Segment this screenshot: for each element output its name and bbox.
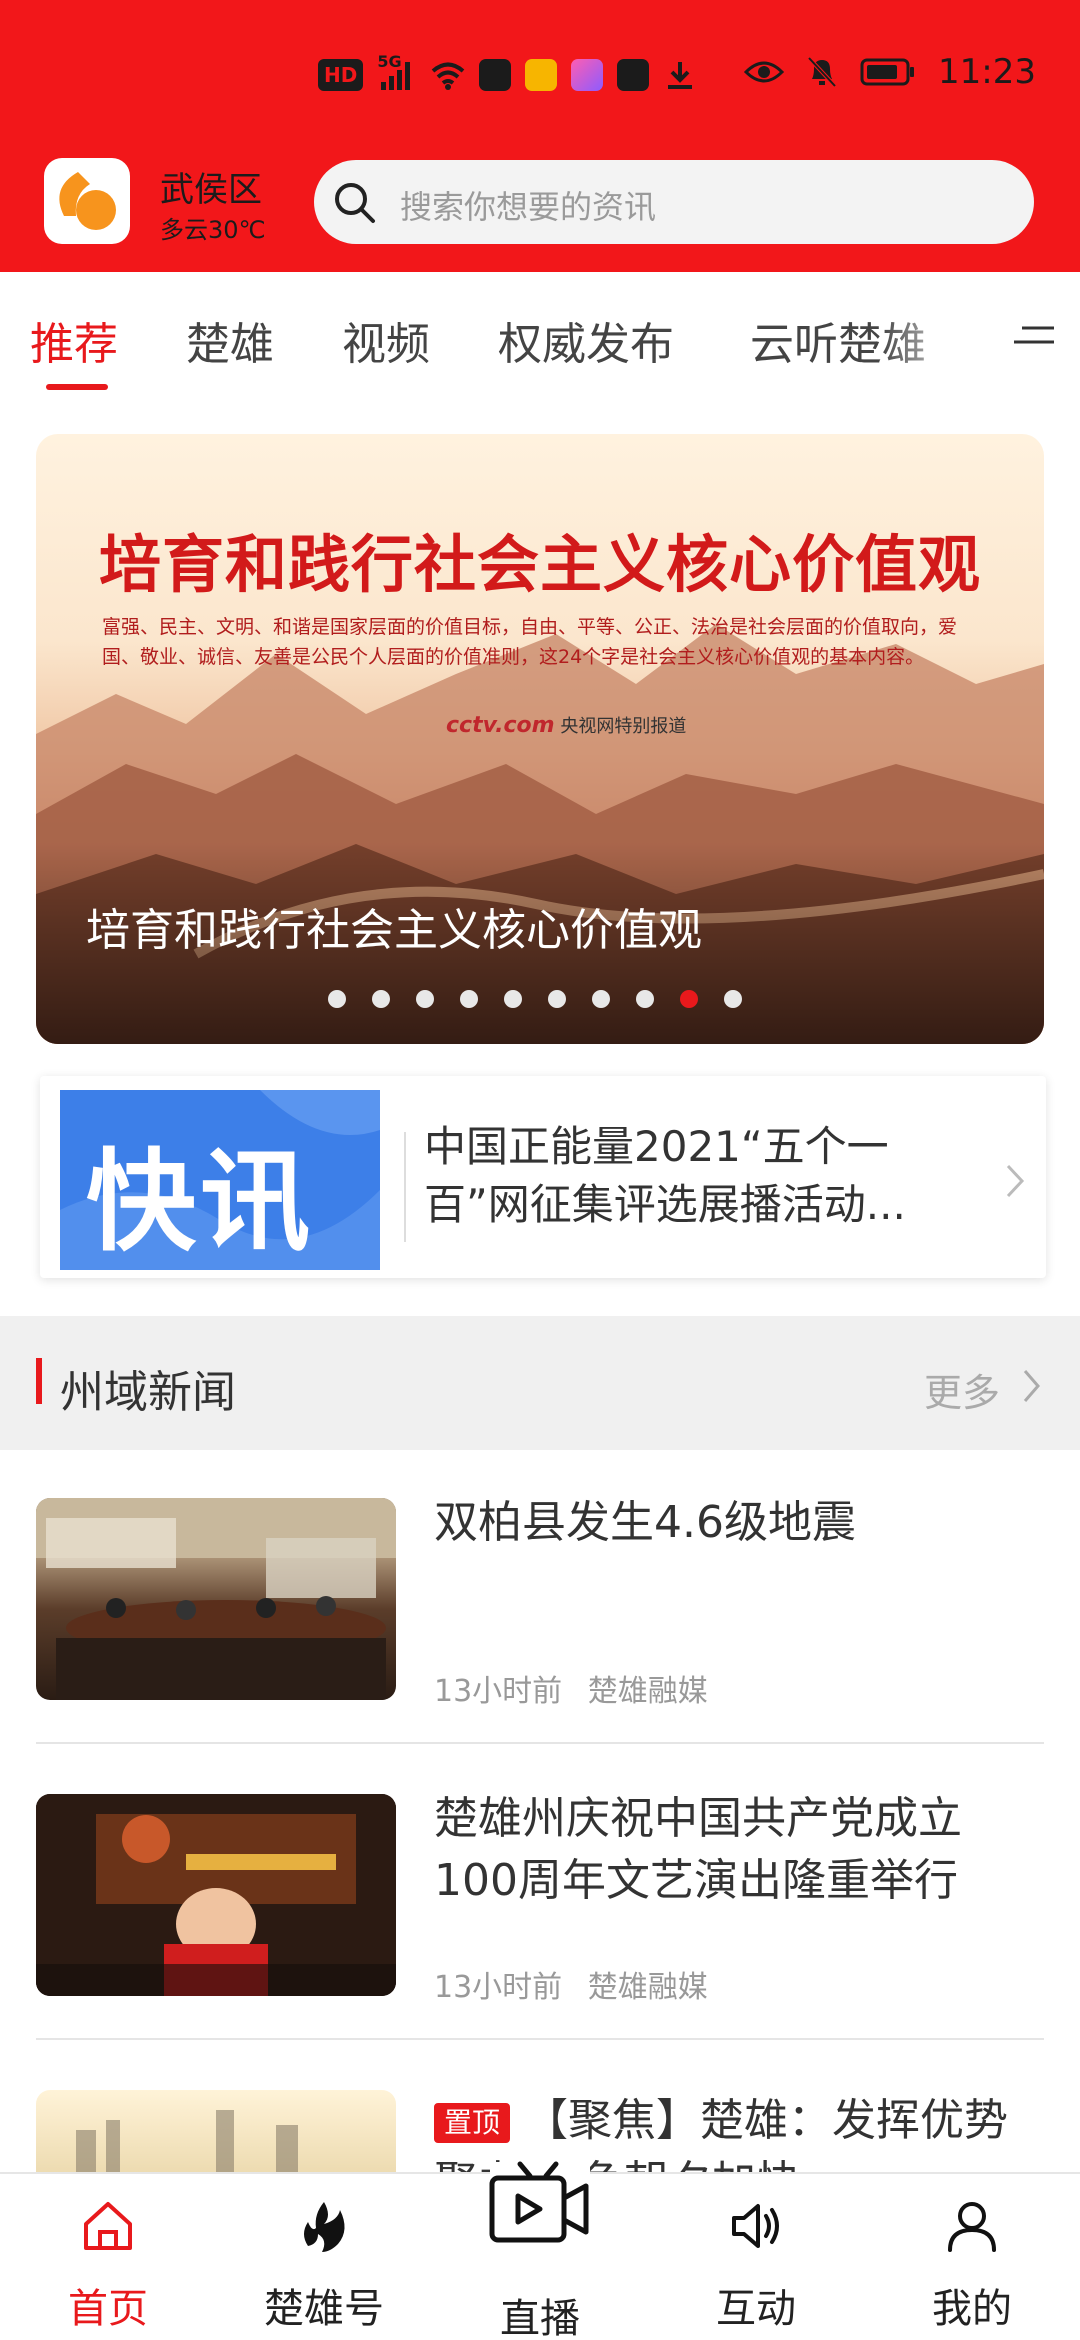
news-source: 楚雄融媒 bbox=[587, 1970, 708, 2005]
carousel-dot[interactable] bbox=[460, 990, 478, 1008]
flash-news-title: 中国正能量2021“五个一百”网征集评选展播活动... bbox=[424, 1122, 906, 1229]
tab-recommend[interactable]: 推荐 bbox=[30, 308, 118, 372]
logo-icon bbox=[59, 172, 116, 230]
search-icon bbox=[335, 183, 375, 223]
bottom-nav: 首页 楚雄号 直播 互动 我的 bbox=[0, 2161, 1080, 2340]
stage-performance-image bbox=[36, 1794, 396, 1996]
carousel-dot[interactable] bbox=[548, 990, 566, 1008]
status-time: 11:23 bbox=[938, 52, 1036, 92]
flash-news-image: 快讯 bbox=[60, 1090, 380, 1270]
cctv-logo: cctv.com bbox=[446, 713, 555, 738]
chevron-right-icon bbox=[1006, 1164, 1025, 1198]
carousel-dot-active[interactable] bbox=[680, 990, 698, 1008]
category-tabs: 推荐 楚雄 视频 权威发布 云听楚雄 bbox=[0, 272, 1080, 392]
news-time: 13小时前 bbox=[434, 1674, 563, 1709]
status-bar: HD 5G 11:23 bbox=[0, 0, 1080, 150]
app-notification-icon bbox=[617, 59, 650, 91]
banner-carousel[interactable]: 培育和践行社会主义核心价值观 富强、民主、文明、和谐是国家层面的价值目标，自由、… bbox=[36, 434, 1044, 1044]
live-tv-icon bbox=[489, 2161, 590, 2246]
flash-image-label: 快讯 bbox=[86, 1138, 314, 1266]
nav-label: 我的 bbox=[932, 2286, 1012, 2332]
carousel-dot[interactable] bbox=[504, 990, 522, 1008]
banner-source-text: 央视网特别报道 bbox=[560, 716, 687, 737]
app-logo[interactable] bbox=[44, 158, 130, 244]
flash-news-card[interactable]: 快讯 中国正能量2021“五个一百”网征集评选展播活动... bbox=[40, 1076, 1046, 1278]
meeting-room-image bbox=[36, 1498, 396, 1700]
banner-source: cctv.com 央视网特别报道 bbox=[446, 712, 686, 738]
banner-image-subtext: 富强、民主、文明、和谐是国家层面的价值目标，自由、平等、公正、法治是社会层面的价… bbox=[102, 616, 958, 668]
carousel-dot[interactable] bbox=[372, 990, 390, 1008]
location-name[interactable]: 武侯区 bbox=[160, 162, 262, 211]
nav-label: 首页 bbox=[68, 2286, 148, 2332]
section-accent-bar bbox=[36, 1358, 42, 1404]
flash-divider bbox=[404, 1132, 406, 1242]
menu-icon[interactable] bbox=[1012, 320, 1056, 352]
news-item[interactable]: 楚雄州庆祝中国共产党成立100周年文艺演出隆重举行 13小时前 楚雄融媒 bbox=[0, 1793, 1080, 2005]
news-meta: 13小时前 楚雄融媒 bbox=[434, 1962, 708, 2006]
carousel-indicator bbox=[328, 990, 742, 1008]
hd-icon: HD bbox=[318, 59, 364, 91]
news-thumbnail bbox=[36, 2090, 396, 2172]
news-title: 楚雄州庆祝中国共产党成立100周年文艺演出隆重举行 bbox=[434, 1793, 962, 1906]
flame-icon bbox=[304, 2202, 345, 2252]
news-source: 楚雄融媒 bbox=[587, 1674, 708, 1709]
news-time: 13小时前 bbox=[434, 1970, 563, 2005]
more-link[interactable]: 更多 bbox=[924, 1362, 1000, 1417]
top-row: 武侯区 多云30℃ 搜索你想要的资讯 bbox=[0, 158, 1080, 246]
tab-official-release[interactable]: 权威发布 bbox=[498, 308, 674, 372]
news-item[interactable]: 双柏县发生4.6级地震 13小时前 楚雄融媒 bbox=[0, 1497, 1080, 1709]
speaker-icon bbox=[732, 2204, 779, 2248]
nav-label: 互动 bbox=[716, 2286, 796, 2332]
weather-text: 多云30℃ bbox=[160, 216, 266, 244]
download-icon bbox=[668, 62, 693, 89]
news-thumbnail bbox=[36, 1794, 396, 1996]
carousel-dot[interactable] bbox=[416, 990, 434, 1008]
status-left-icons: HD 5G bbox=[318, 52, 697, 92]
nav-profile[interactable]: 我的 bbox=[892, 2174, 1052, 2340]
search-input[interactable]: 搜索你想要的资讯 bbox=[314, 160, 1034, 244]
carousel-dot[interactable] bbox=[636, 990, 654, 1008]
news-meta: 13小时前 楚雄融媒 bbox=[434, 1666, 708, 1710]
status-right-icons: 11:23 bbox=[744, 52, 1036, 92]
banner-caption: 培育和践行社会主义核心价值观 bbox=[86, 905, 702, 956]
news-thumbnail bbox=[36, 1498, 396, 1700]
app-notification-icon bbox=[571, 59, 604, 91]
carousel-dot[interactable] bbox=[724, 990, 742, 1008]
banner-image-headline: 培育和践行社会主义核心价值观 bbox=[98, 528, 981, 601]
mail-icon bbox=[479, 59, 512, 91]
app-notification-icon bbox=[525, 59, 558, 91]
nav-home[interactable]: 首页 bbox=[28, 2174, 188, 2340]
divider bbox=[36, 1742, 1044, 1744]
bell-off-icon bbox=[807, 56, 837, 88]
tab-fade bbox=[880, 292, 1000, 372]
divider bbox=[36, 2038, 1044, 2040]
tab-video[interactable]: 视频 bbox=[342, 308, 430, 372]
battery-icon bbox=[860, 58, 915, 86]
city-skyline-image bbox=[76, 2110, 298, 2172]
carousel-dot[interactable] bbox=[592, 990, 610, 1008]
tab-chuxiong[interactable]: 楚雄 bbox=[186, 308, 274, 372]
search-placeholder: 搜索你想要的资讯 bbox=[400, 188, 657, 226]
signal-icon: 5G bbox=[377, 52, 417, 92]
nav-chuxiong-account[interactable]: 楚雄号 bbox=[244, 2174, 404, 2340]
carousel-dot[interactable] bbox=[328, 990, 346, 1008]
section-title: 州域新闻 bbox=[60, 1367, 236, 1418]
tab-active-indicator bbox=[46, 384, 108, 390]
nav-label: 直播 bbox=[500, 2296, 580, 2340]
user-icon bbox=[948, 2202, 996, 2252]
news-title: 双柏县发生4.6级地震 bbox=[434, 1497, 856, 1548]
wifi-icon bbox=[432, 62, 465, 90]
header-band: HD 5G 11:23 武侯区 多云30℃ 搜索你想要的资讯 bbox=[0, 0, 1080, 272]
nav-label: 楚雄号 bbox=[264, 2286, 384, 2332]
chevron-right-icon[interactable] bbox=[1022, 1368, 1042, 1404]
nav-interaction[interactable]: 互动 bbox=[676, 2174, 836, 2340]
home-icon bbox=[84, 2202, 132, 2250]
eye-icon bbox=[744, 61, 785, 83]
pinned-badge: 置顶 bbox=[434, 2103, 511, 2143]
section-header: 州域新闻 更多 bbox=[0, 1316, 1080, 1450]
